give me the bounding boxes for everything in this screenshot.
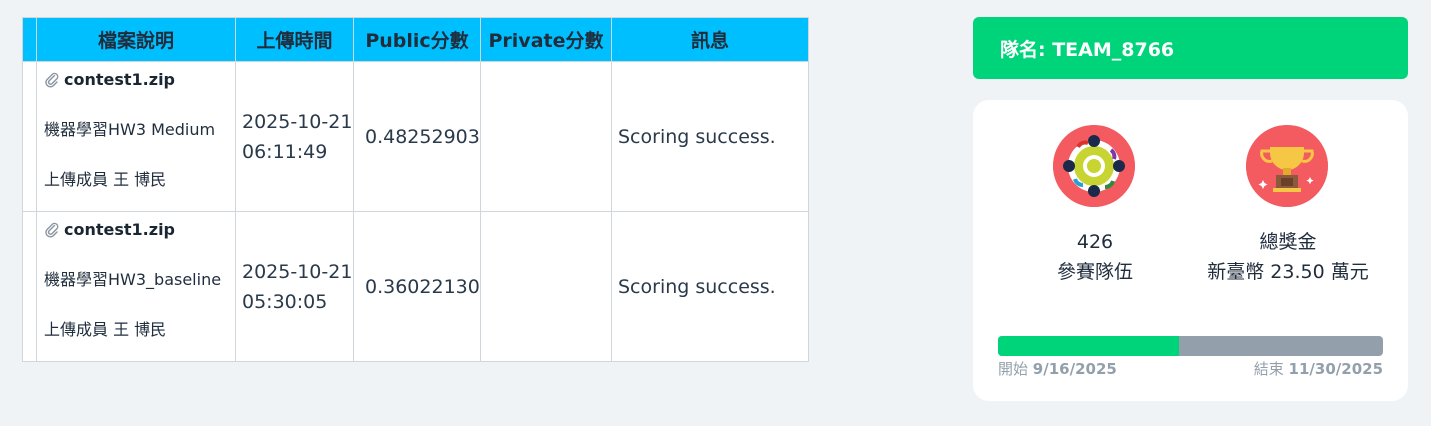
- header-public-score: Public分數: [353, 17, 481, 62]
- upload-time-cell: 2025-10-21 05:30:05: [235, 211, 354, 362]
- prize-value: 新臺幣 23.50 萬元: [1207, 261, 1369, 283]
- private-score: [480, 211, 612, 362]
- table-header-row: 檔案說明 上傳時間 Public分數 Private分數 訊息: [22, 17, 809, 62]
- competition-dates: 開始 9/16/2025 結束 11/30/2025: [998, 358, 1383, 379]
- file-cell: contest1.zip 機器學習HW3_baseline 上傳成員 王 博民: [36, 211, 236, 362]
- status-message: Scoring success.: [611, 211, 809, 362]
- file-cell: contest1.zip 機器學習HW3 Medium 上傳成員 王 博民: [36, 61, 236, 212]
- private-score: [480, 61, 612, 212]
- table-row: contest1.zip 機器學習HW3 Medium 上傳成員 王 博民 20…: [22, 61, 809, 212]
- upload-time: 06:11:49: [242, 140, 328, 163]
- team-name-banner: 隊名: TEAM_8766: [973, 17, 1408, 79]
- competition-info-card: 426 參賽隊伍 總獎金 新臺幣 23.50 萬元 開始 9/16/2025 結…: [973, 100, 1408, 401]
- file-uploader: 上傳成員 王 博民: [44, 320, 167, 339]
- submissions-table: 檔案說明 上傳時間 Public分數 Private分數 訊息 contest1…: [22, 17, 809, 362]
- upload-date: 2025-10-21: [242, 260, 353, 283]
- team-name: 隊名: TEAM_8766: [1000, 38, 1175, 61]
- header-private-score: Private分數: [480, 17, 612, 62]
- file-uploader: 上傳成員 王 博民: [44, 170, 167, 189]
- prize-label: 總獎金: [1259, 231, 1317, 253]
- row-index-cell: [22, 211, 37, 362]
- start-date-value: 9/16/2025: [1032, 360, 1117, 378]
- competition-progress-bar: [998, 336, 1383, 356]
- upload-date: 2025-10-21: [242, 110, 353, 133]
- header-upload-time: 上傳時間: [235, 17, 354, 62]
- start-date: 開始 9/16/2025: [998, 358, 1117, 379]
- file-description: 機器學習HW3 Medium: [44, 119, 216, 139]
- header-index: [22, 17, 37, 62]
- end-label: 結束: [1253, 360, 1284, 378]
- start-label: 開始: [998, 360, 1029, 378]
- upload-time-cell: 2025-10-21 06:11:49: [235, 61, 354, 212]
- row-index-cell: [22, 61, 37, 212]
- file-description: 機器學習HW3_baseline: [44, 269, 222, 289]
- file-download-link[interactable]: contest1.zip: [64, 220, 175, 239]
- table-row: contest1.zip 機器學習HW3_baseline 上傳成員 王 博民 …: [22, 211, 809, 362]
- header-file-description: 檔案說明: [36, 17, 236, 62]
- header-message: 訊息: [611, 17, 809, 62]
- public-score: 0.48252903: [353, 61, 481, 212]
- paperclip-icon: [45, 222, 59, 238]
- trophy-icon: [1246, 125, 1328, 207]
- teams-label: 參賽隊伍: [1056, 261, 1133, 283]
- status-message: Scoring success.: [611, 61, 809, 212]
- progress-fill: [998, 336, 1179, 356]
- file-download-link[interactable]: contest1.zip: [64, 70, 175, 89]
- teams-count: 426: [1076, 231, 1114, 253]
- teams-circle-icon: [1053, 125, 1135, 207]
- end-date-value: 11/30/2025: [1288, 360, 1383, 378]
- public-score: 0.36022130: [353, 211, 481, 362]
- end-date: 結束 11/30/2025: [1254, 358, 1383, 379]
- upload-time: 05:30:05: [242, 290, 328, 313]
- paperclip-icon: [45, 72, 59, 88]
